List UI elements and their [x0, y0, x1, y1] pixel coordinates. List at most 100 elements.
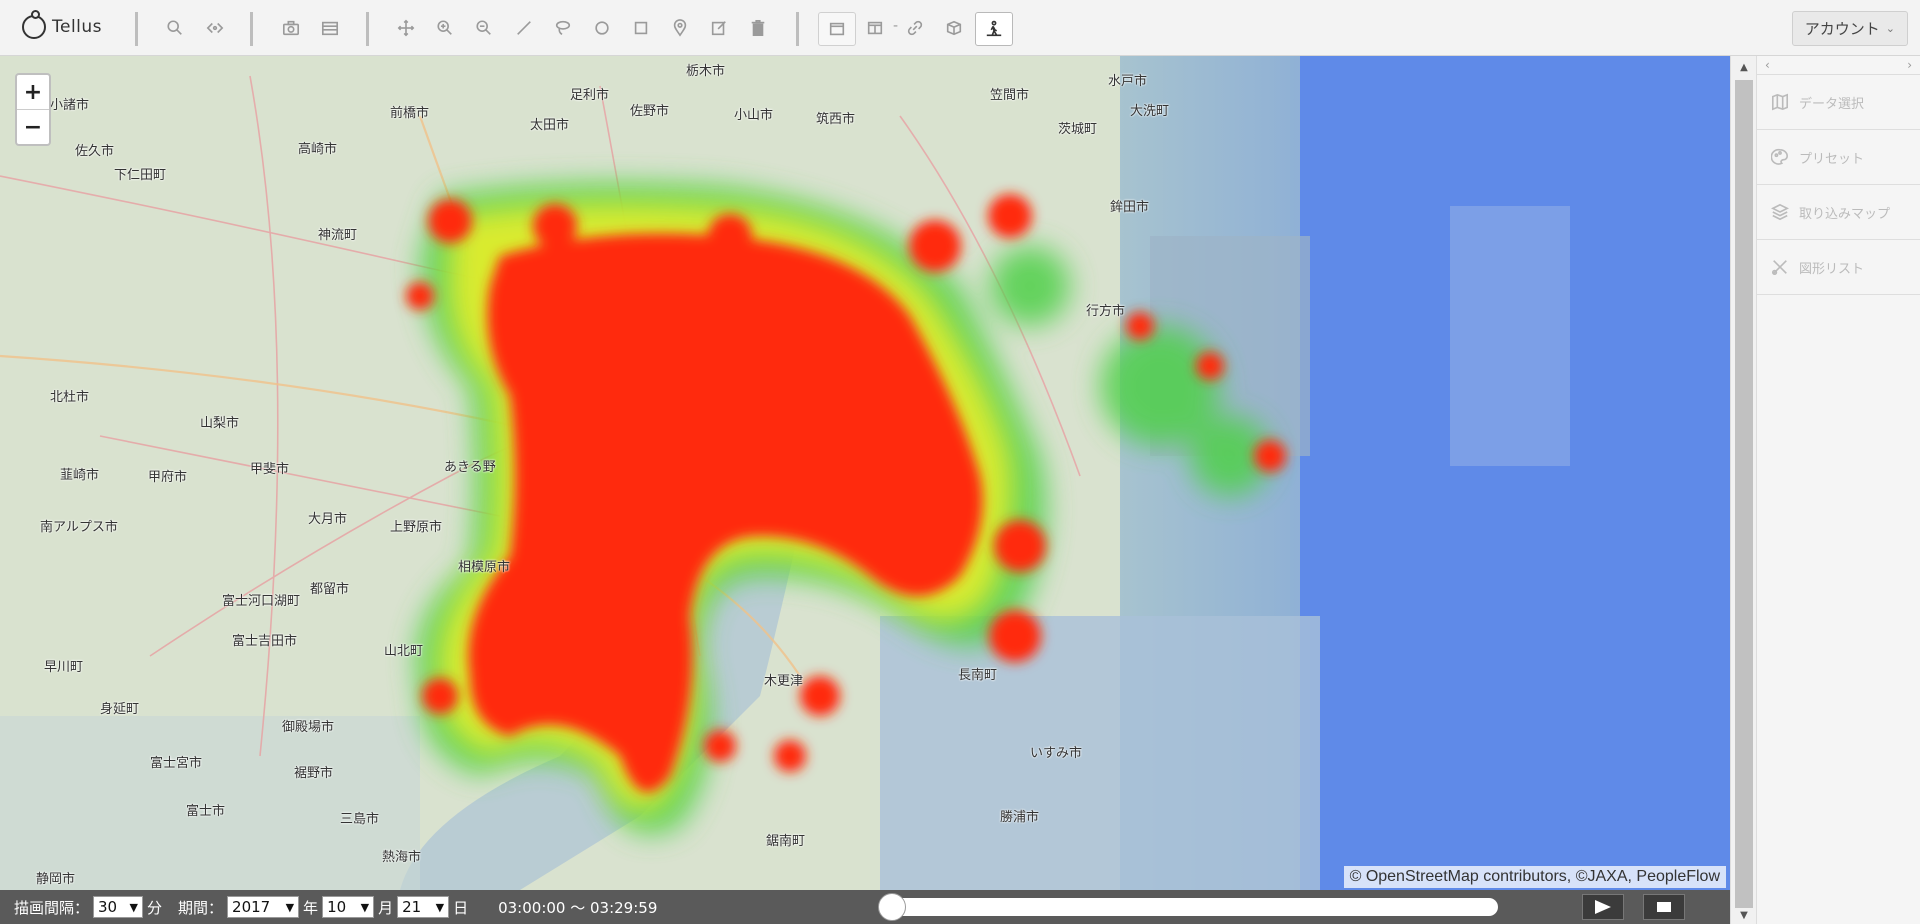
- time-slider-track[interactable]: [884, 898, 1498, 916]
- place-label: 大洗町: [1130, 104, 1170, 119]
- cube-icon: [946, 20, 962, 36]
- edit-button[interactable]: [701, 12, 737, 44]
- zoom-in-tool[interactable]: [427, 12, 463, 44]
- toolbar-separator: [366, 12, 369, 46]
- place-label: 足利市: [570, 88, 610, 103]
- draw-line-button[interactable]: [506, 12, 542, 44]
- chevron-down-icon: ⌄: [1885, 22, 1895, 35]
- place-label: 下仁田町: [114, 168, 167, 183]
- month-unit: 月: [378, 898, 394, 917]
- scrollbar-thumb[interactable]: [1735, 80, 1753, 908]
- panel-item-imported-maps[interactable]: 取り込みマップ: [1757, 185, 1920, 240]
- panel-toggle[interactable]: ‹ ›: [1757, 56, 1920, 75]
- map-view[interactable]: 小諸市 佐久市 高崎市 前橋市 太田市 佐野市 足利市 栃木市 小山市 筑西市 …: [0, 56, 1730, 890]
- panel-item-preset[interactable]: プリセット: [1757, 130, 1920, 185]
- time-slider-handle[interactable]: [878, 893, 906, 921]
- circle-icon: [595, 21, 609, 35]
- delete-button[interactable]: [740, 12, 776, 44]
- map-attribution: © OpenStreetMap contributors, ©JAXA, Peo…: [1343, 866, 1726, 888]
- place-label: 小諸市: [50, 98, 90, 113]
- line-icon: [517, 21, 531, 35]
- place-label: 小山市: [734, 108, 774, 123]
- place-label: 鋸南町: [766, 834, 806, 849]
- place-label: 高崎市: [298, 142, 338, 157]
- play-button[interactable]: [1582, 894, 1624, 920]
- place-label: 南アルプス市: [40, 520, 118, 535]
- zoom-out-tool[interactable]: [466, 12, 502, 44]
- scroll-up-icon[interactable]: ▲: [1731, 60, 1757, 76]
- search-button[interactable]: [157, 12, 193, 44]
- lasso-icon: [555, 20, 571, 36]
- panel-item-label: プリセット: [1799, 151, 1865, 167]
- compare-button[interactable]: [197, 12, 233, 44]
- period-label: 期間：: [178, 898, 224, 917]
- panel-item-label: データ選択: [1799, 96, 1865, 112]
- playback-bar: 描画間隔： 30 ▼ 分 期間： 2017 ▼ 年 10 ▼ 月 21 ▼ 日 …: [0, 890, 1730, 924]
- link-windows-button[interactable]: [897, 12, 933, 44]
- toolbar: Tellus - アカウント ⌄: [0, 0, 1920, 56]
- interval-unit: 分: [147, 898, 163, 917]
- map-scrollbar[interactable]: ▲ ▼: [1730, 56, 1756, 924]
- place-label: 韮崎市: [60, 468, 100, 483]
- place-label: 身延町: [100, 702, 140, 717]
- toolbar-separator: [796, 12, 799, 46]
- zoom-in-button[interactable]: +: [17, 75, 49, 110]
- account-label: アカウント: [1804, 20, 1880, 38]
- map-icon: [1771, 93, 1789, 111]
- place-label: 都留市: [310, 582, 350, 597]
- app-logo[interactable]: Tellus: [22, 10, 102, 44]
- place-label: 上野原市: [390, 520, 443, 535]
- place-label: 富士宮市: [150, 756, 203, 771]
- screenshot-button[interactable]: [273, 12, 309, 44]
- logo-text: Tellus: [52, 17, 103, 37]
- trash-icon: [751, 19, 765, 37]
- place-label: 栃木市: [686, 64, 726, 79]
- place-label: いすみ市: [1030, 746, 1083, 761]
- place-label: 静岡市: [36, 872, 76, 887]
- people-flow-button[interactable]: [975, 12, 1013, 46]
- panel-item-label: 図形リスト: [1799, 261, 1865, 277]
- place-label: 北杜市: [50, 390, 90, 405]
- split-window-button[interactable]: [857, 12, 893, 44]
- chevron-right-icon[interactable]: ›: [1907, 58, 1912, 72]
- place-label: 佐久市: [75, 144, 115, 159]
- scroll-down-icon[interactable]: ▼: [1731, 908, 1757, 924]
- place-label: 大月市: [308, 512, 348, 527]
- place-label: 裾野市: [294, 766, 334, 781]
- pan-button[interactable]: [388, 12, 424, 44]
- place-label: 山北町: [384, 644, 424, 659]
- draw-square-button[interactable]: [623, 12, 659, 44]
- place-label: 行方市: [1086, 304, 1126, 319]
- day-select[interactable]: 21 ▼: [397, 896, 450, 918]
- search-icon: [167, 20, 182, 35]
- year-select[interactable]: 2017 ▼: [227, 896, 300, 918]
- panel-item-data-select[interactable]: データ選択: [1757, 75, 1920, 130]
- chevron-left-icon[interactable]: ‹: [1765, 58, 1770, 72]
- 3d-view-button[interactable]: [936, 12, 972, 44]
- place-label: 富士吉田市: [232, 634, 298, 649]
- account-menu[interactable]: アカウント ⌄: [1791, 11, 1908, 46]
- panel-item-shape-list[interactable]: 図形リスト: [1757, 240, 1920, 295]
- palette-icon: [1771, 148, 1789, 165]
- single-window-button[interactable]: [818, 12, 856, 46]
- window-icon: [829, 22, 845, 36]
- stop-button[interactable]: [1643, 894, 1685, 920]
- stop-icon: [1657, 902, 1671, 912]
- draw-lasso-button[interactable]: [545, 12, 581, 44]
- place-label: あきる野: [444, 460, 496, 475]
- place-label: 水戸市: [1108, 74, 1148, 89]
- interval-label: 描画間隔：: [14, 898, 90, 917]
- place-label: 佐野市: [630, 104, 670, 119]
- interval-select[interactable]: 30 ▼: [93, 896, 144, 918]
- zoom-out-button[interactable]: −: [17, 110, 49, 144]
- draw-circle-button[interactable]: [584, 12, 620, 44]
- place-pin-button[interactable]: [662, 12, 698, 44]
- layers-icon: [1771, 203, 1789, 221]
- day-unit: 日: [453, 898, 469, 917]
- year-value: 2017: [232, 898, 271, 916]
- month-select[interactable]: 10 ▼: [322, 896, 375, 918]
- calendar-button[interactable]: [312, 12, 348, 44]
- tools-icon: [1771, 260, 1787, 276]
- square-icon: [634, 21, 648, 35]
- split-icon: [867, 21, 883, 35]
